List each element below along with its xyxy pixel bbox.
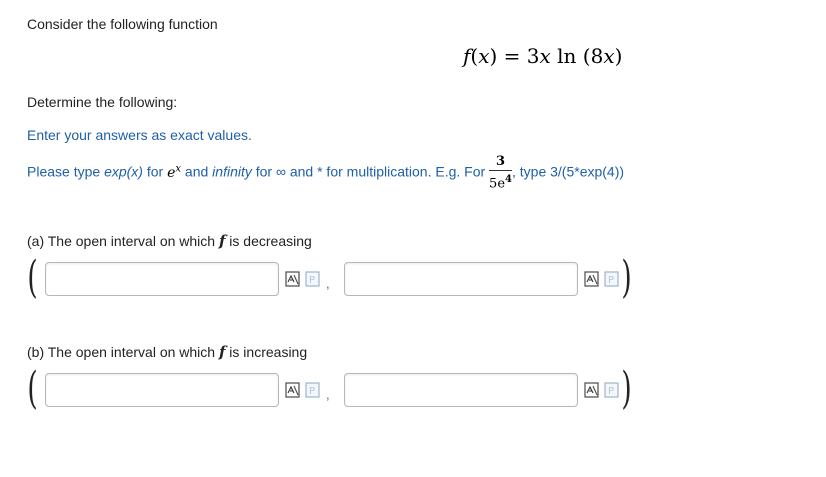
equation-editor-icon[interactable] <box>584 270 600 288</box>
preview-icon[interactable]: P <box>604 381 620 399</box>
part-b-close-paren: ) <box>621 363 632 414</box>
part-b-label: (b) The open interval on which f is incr… <box>27 343 308 361</box>
instructions: Please type exp(x) for ex and infinity f… <box>27 153 625 192</box>
part-b-comma: , <box>326 387 330 402</box>
part-a-label: (a) The open interval on which f is decr… <box>27 232 312 250</box>
svg-text:P: P <box>608 275 614 286</box>
example-fraction: 3 5e4 <box>489 153 512 192</box>
determine-text: Determine the following: <box>27 94 178 110</box>
part-a-comma: , <box>326 276 330 291</box>
part-a-left-input[interactable] <box>45 262 279 296</box>
formula-x: x <box>478 44 490 68</box>
equation-editor-icon[interactable] <box>285 381 301 399</box>
intro-text: Consider the following function <box>27 16 218 32</box>
part-a-close-paren: ) <box>621 252 632 303</box>
part-a-open-paren: ( <box>27 252 38 303</box>
svg-text:P: P <box>309 386 315 397</box>
svg-text:P: P <box>608 386 614 397</box>
exact-values-note: Enter your answers as exact values. <box>27 127 252 143</box>
formula-eq: = 3 <box>503 44 540 68</box>
equation-editor-icon[interactable] <box>285 270 301 288</box>
svg-text:P: P <box>309 275 315 286</box>
formula-ln: ln <box>557 44 577 68</box>
part-b-left-input[interactable] <box>45 373 279 407</box>
part-b-open-paren: ( <box>27 363 38 414</box>
formula-inner: (8 <box>582 44 604 68</box>
preview-icon[interactable]: P <box>604 270 620 288</box>
preview-icon[interactable]: P <box>305 270 321 288</box>
equation-editor-icon[interactable] <box>584 381 600 399</box>
part-b-right-input[interactable] <box>344 373 578 407</box>
part-a-right-input[interactable] <box>344 262 578 296</box>
function-formula: f(x) = 3x ln (8x) <box>463 44 623 68</box>
preview-icon[interactable]: P <box>305 381 321 399</box>
